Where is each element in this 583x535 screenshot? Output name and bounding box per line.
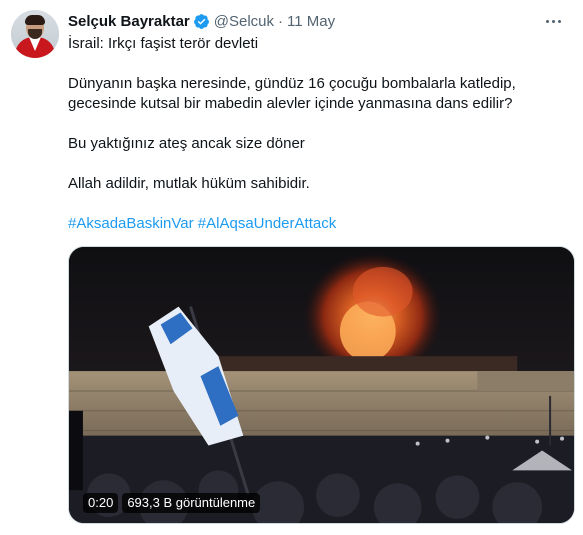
hashtag-link[interactable]: #AlAqsaUnderAttack xyxy=(198,215,336,232)
separator-dot: · xyxy=(278,12,283,30)
video-duration: 0:20 xyxy=(83,493,119,513)
tweet-header: Selçuk Bayraktar @Selcuk · 11 May xyxy=(68,11,335,31)
tweet-line: Bu yaktığınız ateş ancak size döner xyxy=(68,135,305,152)
video-thumbnail xyxy=(69,247,574,523)
hashtag-link[interactable]: #AksadaBaskinVar xyxy=(68,215,194,232)
tweet-date[interactable]: 11 May xyxy=(287,13,335,30)
author-name[interactable]: Selçuk Bayraktar xyxy=(68,13,190,30)
author-avatar[interactable] xyxy=(11,10,59,58)
tweet-line: İsrail: Irkçı faşist terör devleti xyxy=(68,35,259,52)
tweet-line: gecesinde kutsal bir mabedin alevler içi… xyxy=(68,95,513,112)
author-handle[interactable]: @Selcuk xyxy=(214,13,274,30)
video-badges: 0:20 693,3 B görüntülenme xyxy=(83,493,261,513)
more-options-icon[interactable] xyxy=(540,8,566,34)
tweet-text: İsrail: Irkçı faşist terör devleti Dünya… xyxy=(68,34,568,234)
video-player[interactable]: 0:20 693,3 B görüntülenme xyxy=(68,246,575,524)
verified-badge-icon xyxy=(193,13,209,29)
video-views: 693,3 B görüntülenme xyxy=(122,493,261,513)
tweet-line: Allah adildir, mutlak hüküm sahibidir. xyxy=(68,175,310,192)
tweet-line: Dünyanın başka neresinde, gündüz 16 çocu… xyxy=(68,75,516,92)
hashtags: #AksadaBaskinVar #AlAqsaUnderAttack xyxy=(68,214,568,234)
